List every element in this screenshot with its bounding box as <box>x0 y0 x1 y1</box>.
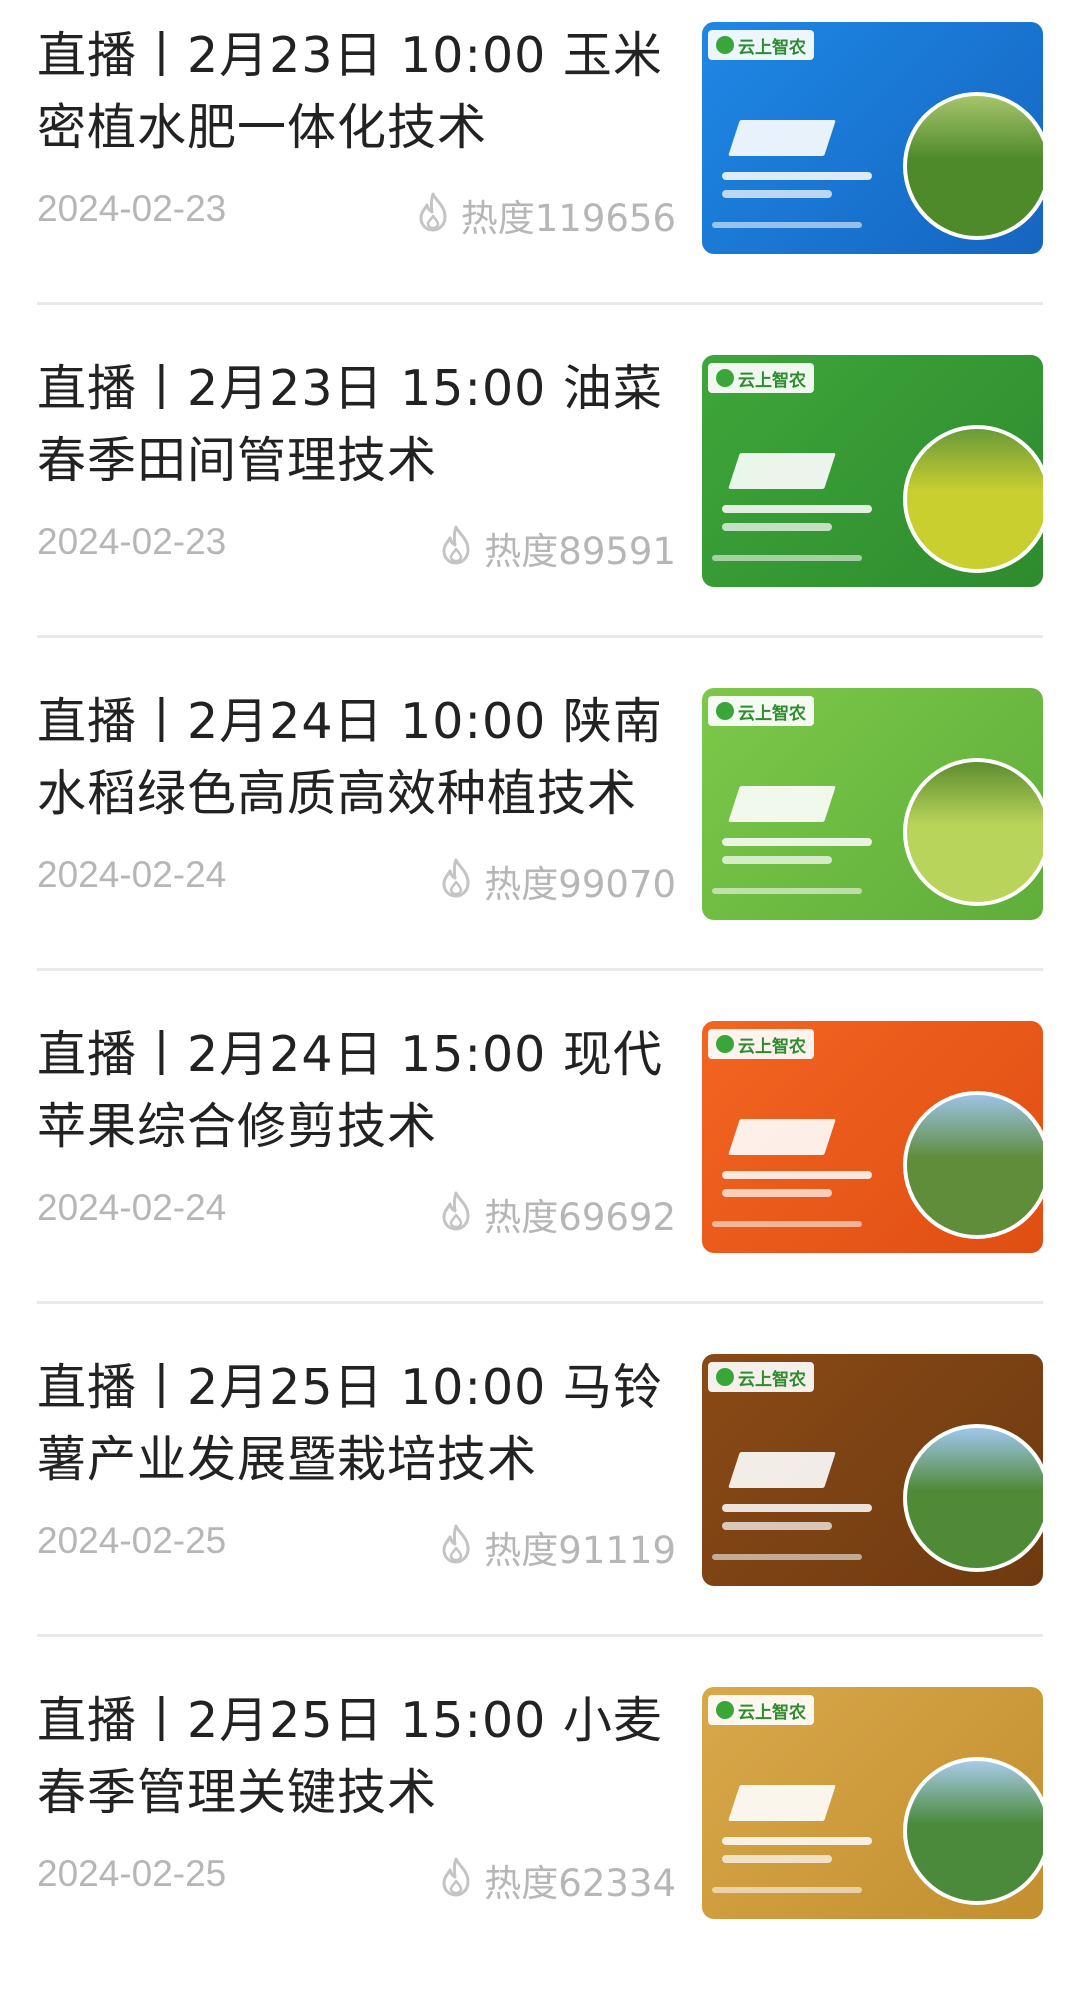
cover-thumbnail[interactable]: 云上智农 <box>702 22 1043 254</box>
poster-line <box>722 856 832 864</box>
item-date: 2024-02-23 <box>37 521 227 562</box>
brand-logo: 云上智农 <box>708 696 814 726</box>
poster-time-box <box>728 1785 836 1821</box>
crop-photo <box>903 1091 1043 1239</box>
crop-photo <box>903 758 1043 906</box>
divider <box>37 1301 1043 1304</box>
item-heat: 热度119656 <box>413 188 676 242</box>
poster-line <box>722 1171 872 1179</box>
item-date: 2024-02-24 <box>37 854 227 895</box>
item-heat: 热度62334 <box>436 1853 676 1907</box>
poster-line <box>712 1887 862 1893</box>
divider <box>37 302 1043 305</box>
poster-line <box>722 1504 872 1512</box>
poster-line <box>722 1522 832 1530</box>
poster-line <box>712 1221 862 1227</box>
cover-thumbnail[interactable]: 云上智农 <box>702 688 1043 920</box>
poster-line <box>712 1554 862 1560</box>
poster-time-box <box>728 1119 836 1155</box>
list-item[interactable]: 直播丨2月23日 10:00 玉米密植水肥一体化技术 2024-02-23 热度… <box>0 0 1080 333</box>
poster-line <box>722 190 832 198</box>
heat-text: 热度99070 <box>484 863 676 906</box>
heat-text: 热度69692 <box>484 1196 676 1239</box>
list-item[interactable]: 直播丨2月25日 15:00 小麦春季管理关键技术 2024-02-25 热度6… <box>0 1665 1080 1998</box>
brand-logo: 云上智农 <box>708 1029 814 1059</box>
poster-line <box>712 222 862 228</box>
heat-text: 热度89591 <box>484 530 676 573</box>
poster-line <box>722 1189 832 1197</box>
cover-thumbnail[interactable]: 云上智农 <box>702 1687 1043 1919</box>
item-date: 2024-02-25 <box>37 1853 227 1894</box>
poster-time-box <box>728 1452 836 1488</box>
cover-thumbnail[interactable]: 云上智农 <box>702 355 1043 587</box>
poster-line <box>722 1837 872 1845</box>
list-item[interactable]: 直播丨2月23日 15:00 油菜春季田间管理技术 2024-02-23 热度8… <box>0 333 1080 666</box>
item-heat: 热度91119 <box>436 1520 676 1574</box>
item-title[interactable]: 直播丨2月24日 10:00 陕南水稻绿色高质高效种植技术 <box>37 686 677 830</box>
crop-photo <box>903 425 1043 573</box>
poster-line <box>722 172 872 180</box>
item-title[interactable]: 直播丨2月23日 10:00 玉米密植水肥一体化技术 <box>37 20 677 164</box>
item-title[interactable]: 直播丨2月25日 15:00 小麦春季管理关键技术 <box>37 1685 677 1829</box>
item-heat: 热度99070 <box>436 854 676 908</box>
cover-thumbnail[interactable]: 云上智农 <box>702 1021 1043 1253</box>
crop-photo <box>903 1757 1043 1905</box>
poster-time-box <box>728 120 836 156</box>
poster-line <box>722 838 872 846</box>
item-date: 2024-02-24 <box>37 1187 227 1228</box>
brand-logo: 云上智农 <box>708 1362 814 1392</box>
poster-time-box <box>728 786 836 822</box>
item-heat: 热度89591 <box>436 521 676 575</box>
list-item[interactable]: 直播丨2月25日 10:00 马铃薯产业发展暨栽培技术 2024-02-25 热… <box>0 1332 1080 1665</box>
heat-text: 热度91119 <box>484 1529 676 1572</box>
poster-line <box>722 505 872 513</box>
poster-line <box>712 888 862 894</box>
item-title[interactable]: 直播丨2月24日 15:00 现代苹果综合修剪技术 <box>37 1019 677 1163</box>
item-date: 2024-02-25 <box>37 1520 227 1561</box>
cover-thumbnail[interactable]: 云上智农 <box>702 1354 1043 1586</box>
heat-text: 热度62334 <box>484 1862 676 1905</box>
fire-icon <box>436 1855 476 1906</box>
live-list: 直播丨2月23日 10:00 玉米密植水肥一体化技术 2024-02-23 热度… <box>0 0 1080 1932</box>
item-heat: 热度69692 <box>436 1187 676 1241</box>
divider <box>37 1634 1043 1637</box>
brand-logo: 云上智农 <box>708 363 814 393</box>
list-item[interactable]: 直播丨2月24日 10:00 陕南水稻绿色高质高效种植技术 2024-02-24… <box>0 666 1080 999</box>
fire-icon <box>436 1189 476 1240</box>
fire-icon <box>436 856 476 907</box>
fire-icon <box>436 1522 476 1573</box>
poster-line <box>712 555 862 561</box>
brand-logo: 云上智农 <box>708 1695 814 1725</box>
crop-photo <box>903 1424 1043 1572</box>
brand-logo: 云上智农 <box>708 30 814 60</box>
poster-time-box <box>728 453 836 489</box>
crop-photo <box>903 92 1043 240</box>
list-item[interactable]: 直播丨2月24日 15:00 现代苹果综合修剪技术 2024-02-24 热度6… <box>0 999 1080 1332</box>
item-title[interactable]: 直播丨2月23日 15:00 油菜春季田间管理技术 <box>37 353 677 497</box>
divider <box>37 635 1043 638</box>
heat-text: 热度119656 <box>460 197 676 240</box>
item-date: 2024-02-23 <box>37 188 227 229</box>
fire-icon <box>413 190 453 241</box>
item-title[interactable]: 直播丨2月25日 10:00 马铃薯产业发展暨栽培技术 <box>37 1352 677 1496</box>
divider <box>37 968 1043 971</box>
poster-line <box>722 523 832 531</box>
poster-line <box>722 1855 832 1863</box>
fire-icon <box>436 523 476 574</box>
